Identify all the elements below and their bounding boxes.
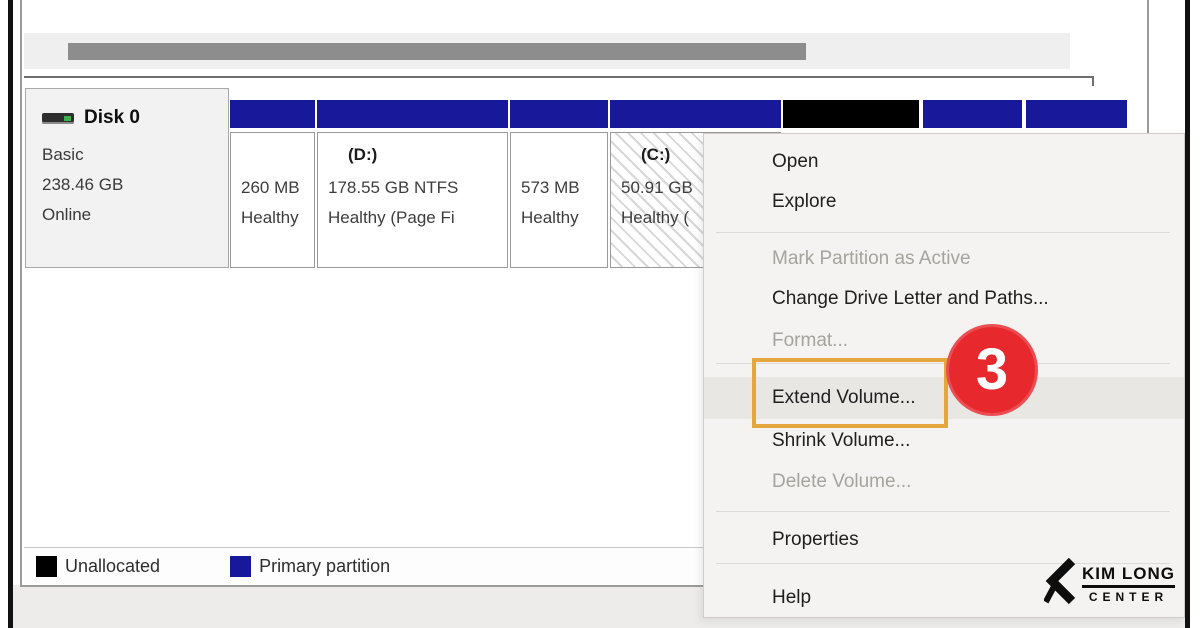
partition-block-1[interactable]: 260 MB Healthy: [230, 132, 315, 268]
partition-status: Healthy: [241, 203, 314, 233]
kimlong-chevron-icon: [1044, 558, 1076, 610]
logo-subtitle: CENTER: [1089, 590, 1168, 604]
kim-long-logo: KIM LONG CENTER: [1044, 558, 1175, 610]
menu-separator: [716, 511, 1170, 512]
partition-bar-c: [610, 100, 781, 128]
partition-block-d[interactable]: (D:) 178.55 GB NTFS Healthy (Page Fi: [317, 132, 508, 268]
partition-size: 260 MB: [241, 173, 314, 203]
step-badge: 3: [946, 324, 1038, 416]
crop-border-right: [1185, 0, 1190, 628]
step-highlight-box: [752, 358, 948, 428]
crop-border-left: [8, 0, 13, 628]
legend-primary-label: Primary partition: [259, 556, 390, 577]
partition-size: 178.55 GB NTFS: [328, 173, 507, 203]
menu-item-delete-volume: Delete Volume...: [704, 462, 1184, 502]
menu-item-change-drive-letter[interactable]: Change Drive Letter and Paths...: [704, 279, 1184, 319]
logo-name: KIM LONG: [1082, 564, 1175, 588]
horizontal-scrollbar[interactable]: [24, 33, 1070, 69]
disk-capacity: 238.46 GB: [42, 175, 123, 195]
partition-bar-5: [923, 100, 1022, 128]
menu-item-properties[interactable]: Properties: [704, 520, 1184, 560]
partition-bar-6: [1026, 100, 1127, 128]
primary-partition-swatch: [230, 556, 251, 577]
partition-status: Healthy (Page Fi: [328, 203, 507, 233]
menu-item-mark-partition-active: Mark Partition as Active: [704, 239, 1184, 279]
unallocated-block[interactable]: [783, 100, 919, 128]
disk-title: Disk 0: [84, 107, 140, 129]
menu-item-explore[interactable]: Explore: [704, 182, 1184, 222]
pane-divider-end: [1092, 76, 1094, 86]
disk0-panel[interactable]: Disk 0 Basic 238.46 GB Online: [25, 88, 229, 268]
menu-item-format: Format...: [704, 321, 1184, 361]
partition-bar-3: [510, 100, 608, 128]
screenshot-stage: Disk 0 Basic 238.46 GB Online 260 MB Hea…: [0, 0, 1200, 628]
partition-name: (D:): [348, 145, 507, 173]
partition-status: Healthy: [521, 203, 607, 233]
menu-separator: [716, 232, 1170, 233]
pane-divider: [24, 76, 1094, 78]
scrollbar-thumb[interactable]: [68, 43, 806, 60]
legend-unallocated-label: Unallocated: [65, 556, 160, 577]
menu-item-open[interactable]: Open: [704, 142, 1184, 182]
partition-bar-1: [230, 100, 315, 128]
disk-drive-icon: [42, 113, 74, 124]
disk-type: Basic: [42, 145, 84, 165]
partition-block-3[interactable]: 573 MB Healthy: [510, 132, 608, 268]
disk-status: Online: [42, 205, 91, 225]
step-number: 3: [976, 341, 1008, 399]
unallocated-swatch: [36, 556, 57, 577]
partition-bar-d: [317, 100, 508, 128]
partition-size: 573 MB: [521, 173, 607, 203]
